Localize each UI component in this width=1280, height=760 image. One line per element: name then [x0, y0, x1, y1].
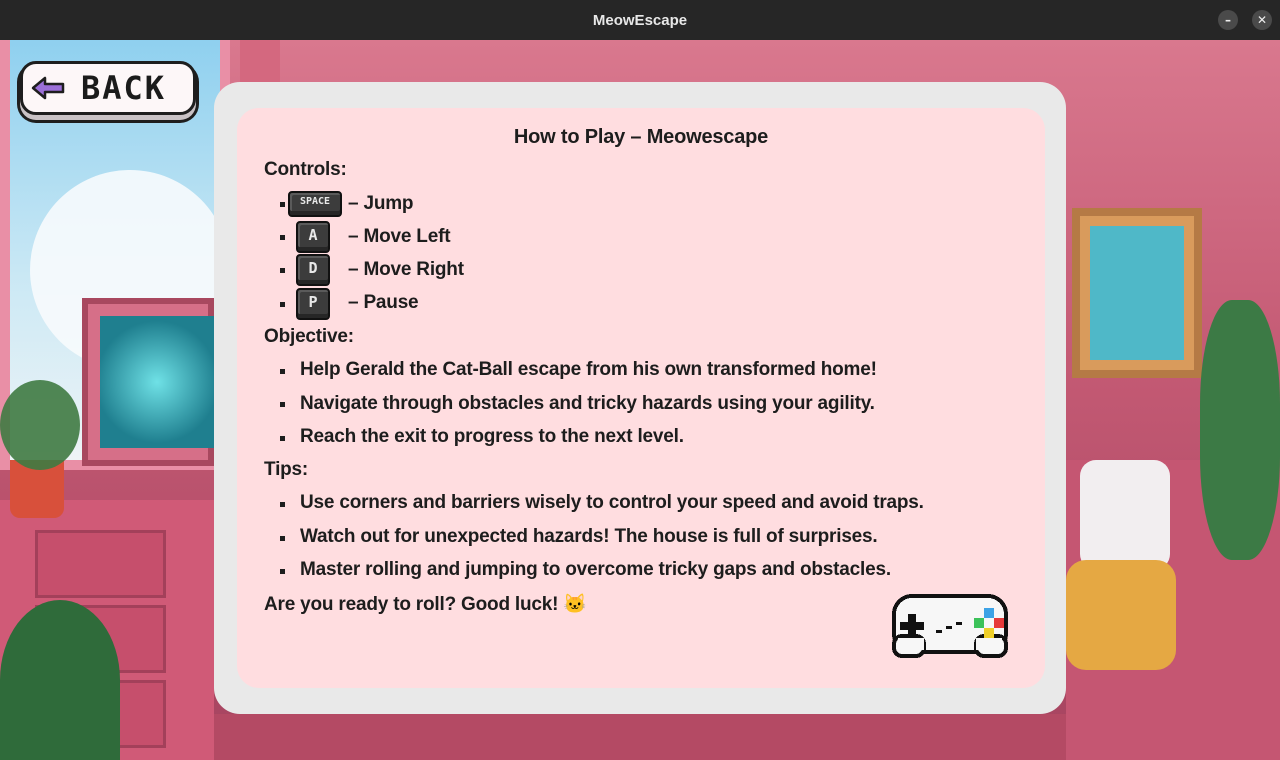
bullet — [280, 402, 285, 407]
tips-heading: Tips: — [264, 459, 309, 480]
bullet — [280, 436, 285, 441]
close-button[interactable]: ✕ — [1252, 10, 1272, 30]
bg-painting-inner — [1090, 226, 1184, 360]
bullet — [280, 369, 285, 374]
control-jump: – Jump — [348, 193, 414, 214]
minimize-button[interactable]: – — [1218, 10, 1238, 30]
bg-plant-leaves — [0, 380, 80, 470]
tip-item: Master rolling and jumping to overcome t… — [300, 559, 891, 580]
control-move-left: – Move Left — [348, 226, 451, 247]
bg-pillow — [1080, 460, 1170, 570]
left-arrow-icon — [31, 76, 65, 100]
game-window: MeowEscape – ✕ BACK How to Play – Meowes… — [0, 0, 1280, 760]
bullet — [280, 502, 285, 507]
closing-line: Are you ready to roll? Good luck! 🐱 — [264, 592, 587, 616]
tip-item: Watch out for unexpected hazards! The ho… — [300, 526, 878, 547]
objective-heading: Objective: — [264, 326, 354, 347]
p-key-icon: P — [296, 288, 330, 320]
bg-blanket — [1066, 560, 1176, 670]
bullet — [280, 202, 285, 207]
bg-plant-right — [1200, 300, 1280, 560]
back-button[interactable]: BACK — [20, 61, 196, 115]
tip-item: Use corners and barriers wisely to contr… — [300, 492, 924, 513]
bg-drawer-1 — [35, 530, 166, 598]
control-pause: – Pause — [348, 292, 419, 313]
bullet — [280, 302, 285, 307]
d-key-icon: D — [296, 254, 330, 286]
closing-text: Are you ready to roll? Good luck! — [264, 594, 559, 615]
howto-title: How to Play – Meowescape — [513, 126, 769, 148]
a-key-icon: A — [296, 221, 330, 253]
bullet — [280, 569, 285, 574]
back-button-label: BACK — [81, 69, 167, 107]
window-title: MeowEscape — [592, 11, 688, 29]
objective-item: Reach the exit to progress to the next l… — [300, 426, 684, 447]
bg-floor — [214, 714, 1066, 760]
objective-item: Help Gerald the Cat-Ball escape from his… — [300, 359, 877, 380]
cat-face-icon: 🐱 — [563, 594, 587, 615]
bg-leaf-bottom — [0, 600, 120, 760]
bg-monitor-screen — [100, 316, 214, 448]
objective-item: Navigate through obstacles and tricky ha… — [300, 393, 875, 414]
window-titlebar: MeowEscape – ✕ — [0, 0, 1280, 40]
bullet — [280, 235, 285, 240]
control-move-right: – Move Right — [348, 259, 464, 280]
space-key-icon: SPACE — [288, 191, 342, 217]
controls-heading: Controls: — [264, 159, 347, 180]
bullet — [280, 268, 285, 273]
bullet — [280, 536, 285, 541]
gamepad-icon — [892, 594, 1008, 658]
